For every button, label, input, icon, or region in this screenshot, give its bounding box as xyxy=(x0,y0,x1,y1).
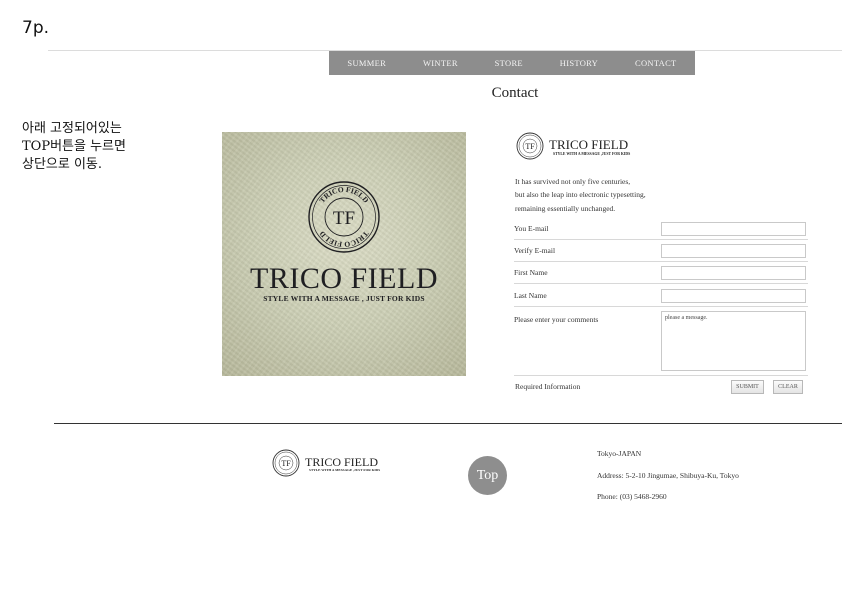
submit-button[interactable]: SUBMIT xyxy=(731,380,764,394)
main-nav: SUMMER WINTER STORE HISTORY CONTACT xyxy=(329,51,695,75)
email-label: You E-mail xyxy=(514,224,549,233)
hero-tagline: STYLE WITH A MESSAGE , JUST FOR KIDS xyxy=(263,294,425,303)
last-name-field[interactable] xyxy=(661,289,806,303)
footer-logo-monogram: TF xyxy=(281,459,291,468)
seal-icon: TRICO FIELD TRICO FIELD TF xyxy=(308,181,380,253)
required-info-label: Required Information xyxy=(515,382,581,391)
nav-item-store[interactable]: STORE xyxy=(495,58,523,68)
note-line: 상단으로 이동. xyxy=(22,157,103,172)
comments-row: Please enter your comments please a mess… xyxy=(514,311,808,376)
nav-item-winter[interactable]: WINTER xyxy=(423,58,458,68)
footer-address: Address: 5-2-10 Jingumae, Shibuya-Ku, To… xyxy=(597,471,739,480)
form-intro: It has survived not only five centuries,… xyxy=(515,175,646,215)
footer-logo-tagline: STYLE WITH A MESSAGE ,JUST FOR KIDS xyxy=(309,468,381,472)
footer-phone: Phone: (03) 5468-2960 xyxy=(597,492,667,501)
hero-wordmark: TRICO FIELD xyxy=(250,262,438,295)
back-to-top-button[interactable]: Top xyxy=(468,456,507,495)
nav-item-contact[interactable]: CONTACT xyxy=(635,58,677,68)
footer-brand-logo: TF TRICO FIELD STYLE WITH A MESSAGE ,JUS… xyxy=(272,449,402,477)
footer-divider xyxy=(54,423,842,424)
logo-wordmark: TRICO FIELD xyxy=(549,137,629,152)
logo-seal-icon: TF xyxy=(516,132,544,160)
first-name-field[interactable] xyxy=(661,266,806,280)
last-name-row: Last Name xyxy=(514,289,808,307)
verify-email-label: Verify E-mail xyxy=(514,246,556,255)
verify-email-field[interactable] xyxy=(661,244,806,258)
note-line: 아래 고정되어있는 xyxy=(22,121,122,136)
clear-button[interactable]: CLEAR xyxy=(773,380,803,394)
page-number-label: 7p. xyxy=(22,18,50,38)
verify-email-row: Verify E-mail xyxy=(514,244,808,262)
intro-line: It has survived not only five centuries, xyxy=(515,177,631,186)
note-line: TOP버튼을 누르면 xyxy=(22,139,126,154)
last-name-label: Last Name xyxy=(514,291,547,300)
email-row: You E-mail xyxy=(514,222,808,240)
footer-seal-icon: TF xyxy=(272,449,300,477)
first-name-row: First Name xyxy=(514,266,808,284)
page-title: Contact xyxy=(491,85,539,101)
logo-tagline: STYLE WITH A MESSAGE ,JUST FOR KIDS xyxy=(553,152,631,156)
intro-line: remaining essentially unchanged. xyxy=(515,203,616,213)
comments-label: Please enter your comments xyxy=(514,315,599,324)
logo-monogram: TF xyxy=(525,142,535,151)
email-field[interactable] xyxy=(661,222,806,236)
nav-item-summer[interactable]: SUMMER xyxy=(347,58,386,68)
paper-texture xyxy=(222,132,466,376)
seal-monogram: TF xyxy=(333,208,355,229)
intro-line: but also the leap into electronic typese… xyxy=(515,190,646,200)
comments-textarea[interactable]: please a message. xyxy=(661,311,806,371)
nav-item-history[interactable]: HISTORY xyxy=(560,58,598,68)
footer-location: Tokyo-JAPAN xyxy=(597,449,642,458)
annotation-note: 아래 고정되어있는 TOP버튼을 누르면 상단으로 이동. xyxy=(22,120,182,174)
hero-brand-image: TRICO FIELD TRICO FIELD TF TRICO FIELD S… xyxy=(222,132,466,376)
form-brand-logo: TF TRICO FIELD STYLE WITH A MESSAGE ,JUS… xyxy=(516,132,676,160)
first-name-label: First Name xyxy=(514,268,548,277)
